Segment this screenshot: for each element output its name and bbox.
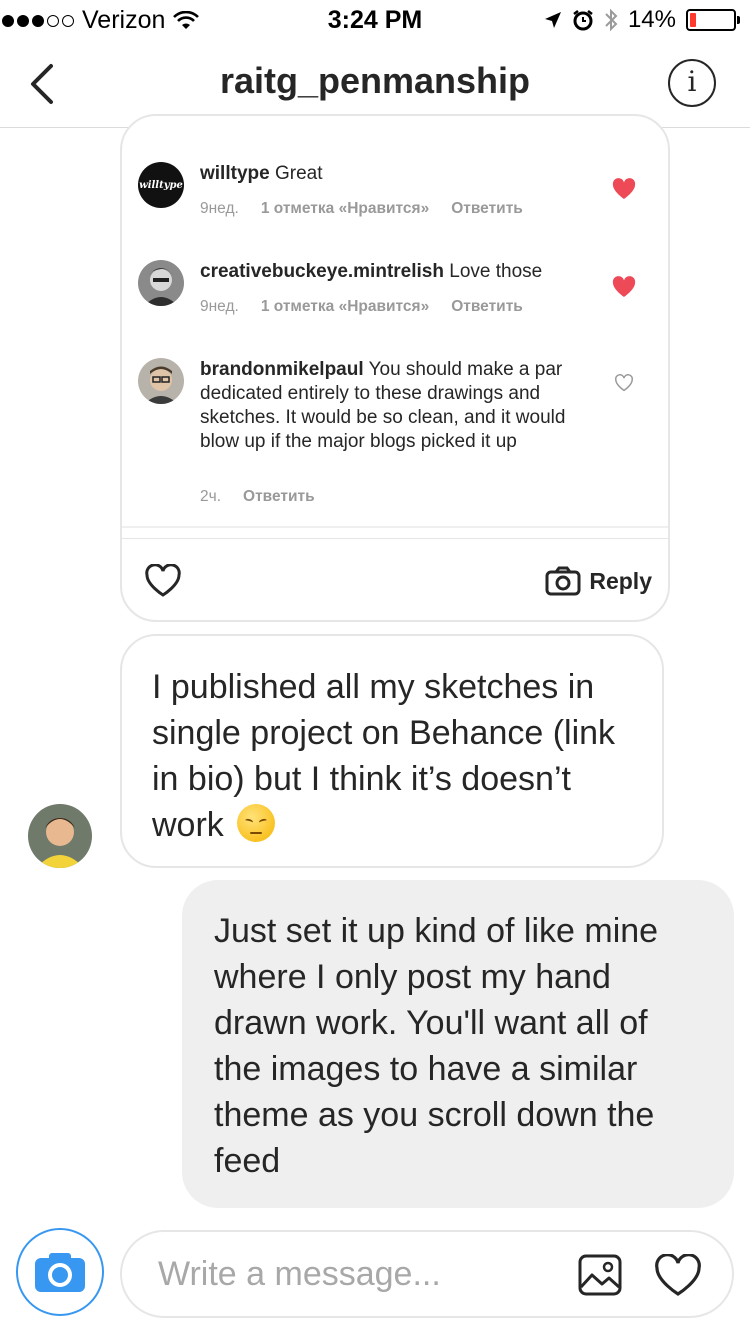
outgoing-message-text: Just set it up kind of like mine where I…	[214, 912, 659, 1180]
comments-list: willtype willtype Great 9нед. 1 отметка «…	[122, 116, 668, 528]
bluetooth-icon	[605, 8, 618, 32]
battery-percent: 14%	[627, 6, 676, 33]
location-arrow-icon	[544, 12, 561, 28]
heart-outline-icon[interactable]	[144, 564, 182, 598]
heart-filled-icon[interactable]	[612, 276, 636, 298]
comment-likes-count[interactable]: 1 отметка «Нравится»	[261, 298, 429, 315]
camera-icon	[545, 566, 581, 596]
avatar[interactable]: willtype	[138, 162, 184, 208]
heart-outline-icon[interactable]	[614, 374, 634, 392]
gallery-image-icon[interactable]	[578, 1254, 622, 1296]
message-input[interactable]	[158, 1252, 558, 1296]
alarm-icon	[573, 10, 593, 31]
sender-avatar[interactable]	[28, 804, 92, 868]
incoming-message-bubble[interactable]: I published all my sketches in single pr…	[120, 634, 664, 868]
comment-time: 2ч.	[200, 488, 222, 505]
comment-text: brandonmikelpaul You should make a par d…	[200, 359, 566, 452]
comment-time: 9нед.	[200, 200, 239, 217]
status-bar: Verizon 3:24 PM 14%	[0, 0, 750, 40]
avatar[interactable]	[138, 260, 184, 306]
message-composer	[120, 1230, 734, 1318]
heart-filled-icon[interactable]	[612, 178, 636, 200]
comment-username[interactable]: creativebuckeye.mintrelish	[200, 261, 444, 282]
comment-meta: 2ч. Ответить	[200, 488, 337, 506]
comment-reply-link[interactable]: Ответить	[451, 298, 523, 315]
comment-item: creativebuckeye.mintrelish Love those 9н…	[138, 260, 658, 340]
comment-meta: 9нед. 1 отметка «Нравится» Ответить	[200, 298, 545, 316]
comment-item: brandonmikelpaul You should make a par d…	[138, 358, 658, 514]
comment-username[interactable]: brandonmikelpaul	[200, 359, 364, 380]
comment-likes-count[interactable]: 1 отметка «Нравится»	[261, 200, 429, 217]
card-divider	[122, 538, 668, 539]
reply-button[interactable]: Reply	[545, 566, 652, 596]
battery-level-fill	[690, 13, 696, 27]
battery-icon	[686, 9, 740, 31]
comment-item: willtype willtype Great 9нед. 1 отметка «…	[138, 162, 658, 242]
shared-post-card[interactable]: willtype willtype Great 9нед. 1 отметка «…	[120, 114, 670, 622]
status-right: 14%	[544, 6, 740, 34]
reply-label: Reply	[589, 567, 652, 594]
pensive-face-emoji-icon	[237, 804, 276, 842]
heart-outline-icon[interactable]	[654, 1254, 702, 1298]
conversation-title[interactable]: raitg_penmanship	[0, 60, 750, 102]
comment-meta: 9нед. 1 отметка «Нравится» Ответить	[200, 200, 545, 218]
comment-time: 9нед.	[200, 298, 239, 315]
comment-text: willtype Great	[200, 163, 323, 184]
comment-text: creativebuckeye.mintrelish Love those	[200, 261, 543, 282]
comment-reply-link[interactable]: Ответить	[451, 200, 523, 217]
camera-button[interactable]	[16, 1228, 104, 1316]
comment-username[interactable]: willtype	[200, 163, 270, 184]
incoming-message-text: I published all my sketches in single pr…	[152, 668, 616, 844]
info-button[interactable]: i	[668, 59, 716, 107]
outgoing-message-bubble[interactable]: Just set it up kind of like mine where I…	[182, 880, 734, 1208]
comment-reply-link[interactable]: Ответить	[243, 488, 315, 505]
camera-icon	[35, 1252, 85, 1292]
avatar[interactable]	[138, 358, 184, 404]
